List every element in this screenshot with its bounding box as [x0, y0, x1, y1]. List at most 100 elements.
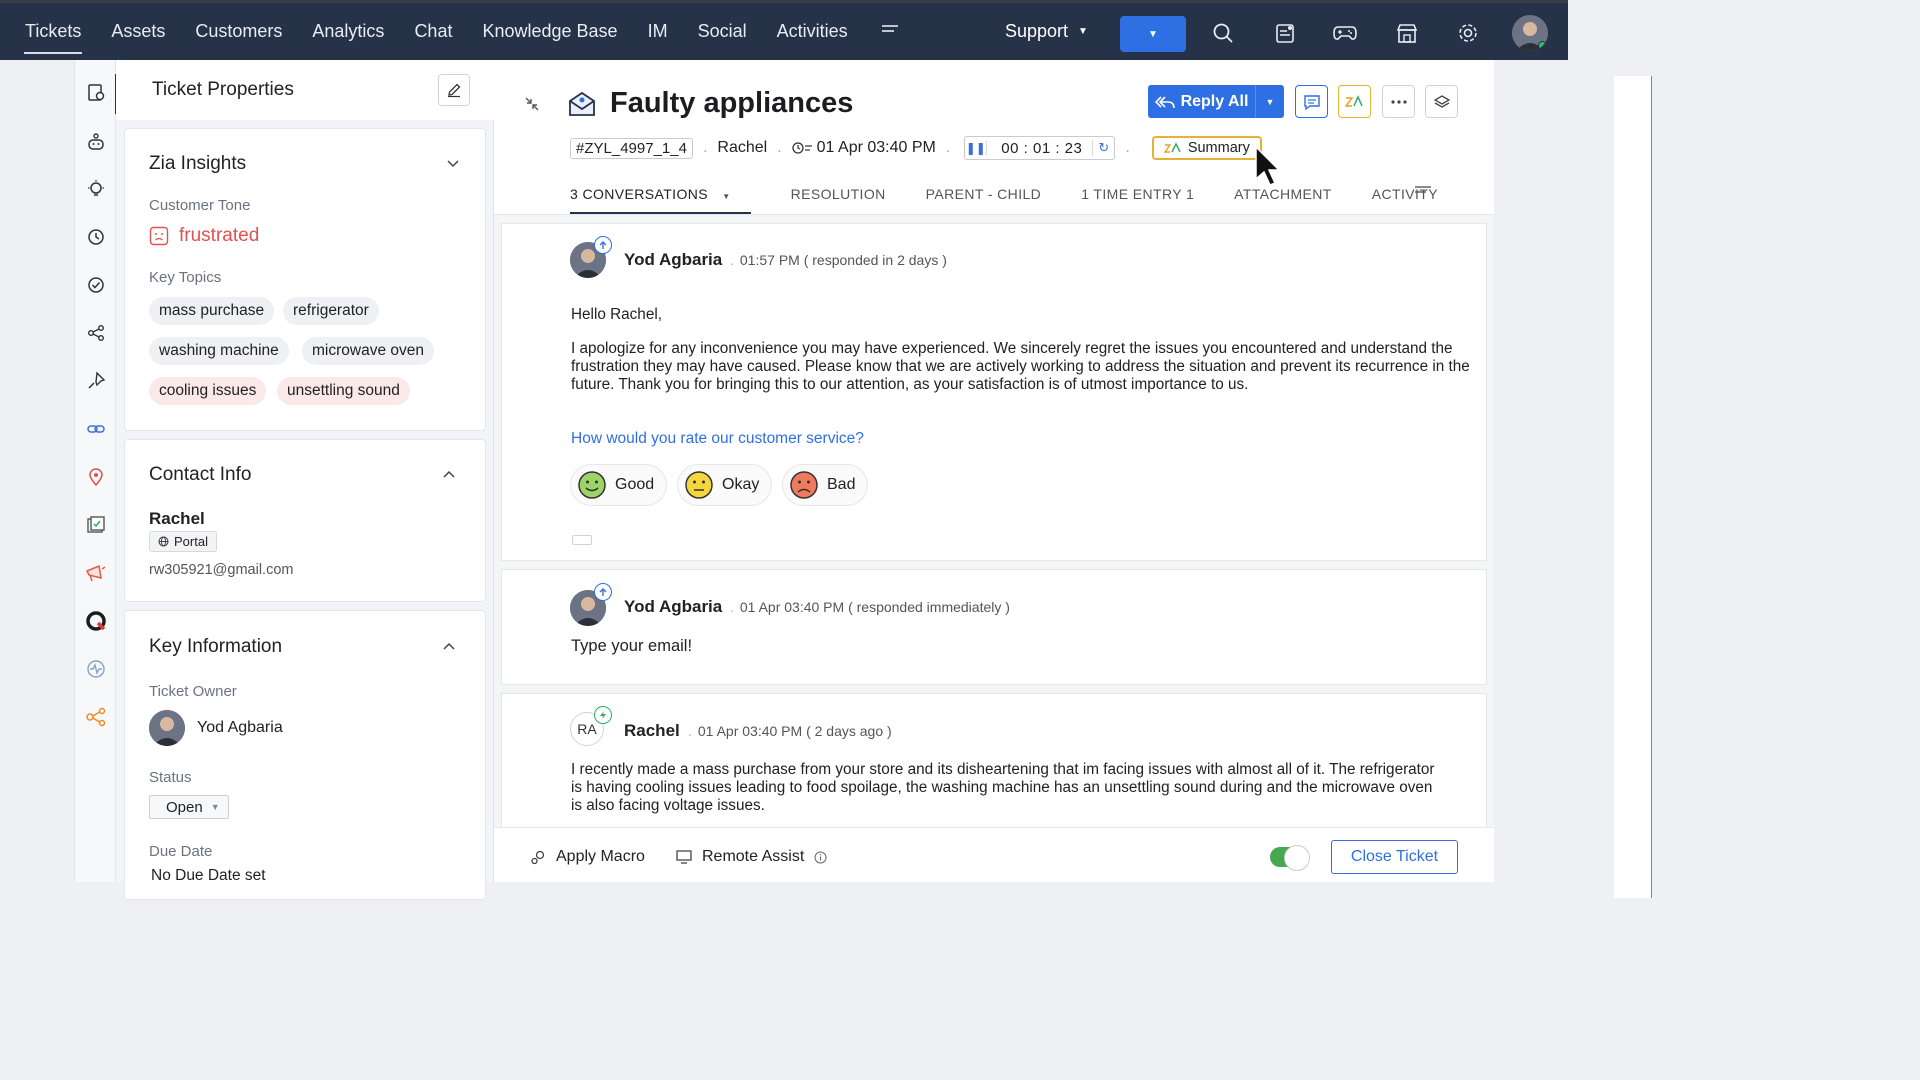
ticket-properties-panel: Ticket Properties Zia Insights Customer … [116, 60, 494, 900]
lightbulb-icon[interactable] [84, 177, 108, 201]
separator: . [945, 139, 951, 156]
topic-chip: microwave oven [302, 337, 434, 365]
location-icon[interactable] [84, 465, 108, 489]
megaphone-icon[interactable] [84, 561, 108, 585]
nav-tickets[interactable]: Tickets [10, 3, 96, 60]
zia-bot-icon[interactable] [84, 129, 108, 153]
conversation-item: Yod Agbaria . 01:57 PM ( responded in 2 d… [501, 223, 1487, 561]
survey-icon[interactable] [84, 513, 108, 537]
layers-icon [1433, 94, 1450, 108]
conversation-list: Yod Agbaria . 01:57 PM ( responded in 2 d… [494, 215, 1494, 827]
tab-parent-child[interactable]: PARENT - CHILD [926, 186, 1042, 214]
tab-conversations[interactable]: 3 CONVERSATIONS ▼ [570, 186, 751, 214]
zia-button[interactable] [1338, 85, 1371, 118]
info-icon[interactable] [814, 851, 827, 864]
conversation-greeting: Hello Rachel, [571, 306, 662, 323]
nav-activities[interactable]: Activities [762, 3, 863, 60]
neutral-face-icon [685, 471, 713, 499]
link-icon[interactable] [84, 417, 108, 441]
conversation-author: Rachel [624, 721, 680, 740]
layers-button[interactable] [1425, 85, 1458, 118]
chevron-down-icon[interactable]: ▼ [1120, 16, 1186, 52]
properties-header: Ticket Properties [116, 60, 494, 120]
plus-icon[interactable]: + [1614, 76, 1652, 898]
nav-social[interactable]: Social [683, 3, 762, 60]
toggle-switch[interactable] [1270, 845, 1310, 871]
rating-question[interactable]: How would you rate our customer service? [571, 430, 864, 448]
share-icon[interactable] [84, 321, 108, 345]
department-selector[interactable]: Support ▼ [1005, 3, 1088, 60]
close-ticket-button[interactable]: Close Ticket [1331, 840, 1458, 874]
new-button[interactable]: + ▼ [1120, 16, 1652, 898]
tab-attachment[interactable]: ATTACHMENT [1234, 186, 1332, 214]
separator: . [777, 139, 782, 156]
history-icon[interactable] [84, 225, 108, 249]
notes-icon[interactable] [1273, 21, 1297, 45]
comment-button[interactable] [1295, 85, 1328, 118]
user-avatar[interactable] [1512, 15, 1548, 51]
chevron-down-icon[interactable]: ▼ [1256, 85, 1284, 118]
chevron-down-icon[interactable] [445, 156, 461, 172]
tab-time-entry[interactable]: 1 TIME ENTRY 1 [1081, 186, 1194, 214]
gamepad-icon[interactable] [1333, 21, 1357, 45]
topic-chip: unsettling sound [277, 377, 410, 405]
apply-macro-label: Apply Macro [556, 848, 645, 865]
gear-icon[interactable] [1456, 21, 1480, 45]
conversation-time: . 01 Apr 03:40 PM ( responded immediately… [730, 599, 1010, 615]
workflow-icon[interactable] [84, 705, 108, 729]
chevron-up-icon[interactable] [441, 638, 457, 654]
tabs-more-icon[interactable] [1414, 184, 1432, 203]
nav-customers[interactable]: Customers [180, 3, 297, 60]
tab-resolution[interactable]: RESOLUTION [791, 186, 886, 214]
conversation-item: Yod Agbaria . 01 Apr 03:40 PM ( responded… [501, 569, 1487, 685]
nav-knowledge-base[interactable]: Knowledge Base [467, 3, 632, 60]
contact-email[interactable]: rw305921@gmail.com [149, 562, 293, 578]
zia-insights-title: Zia Insights [149, 153, 247, 174]
channel-badge: Portal [149, 531, 217, 552]
pulse-icon[interactable] [84, 657, 108, 681]
status-label: Status [149, 769, 192, 786]
contact-name[interactable]: Rachel [149, 509, 205, 529]
search-icon[interactable] [1211, 21, 1235, 45]
nav-chat[interactable]: Chat [399, 3, 467, 60]
remote-assist-label: Remote Assist [702, 848, 805, 865]
outgoing-badge-icon [594, 236, 612, 254]
nav-analytics[interactable]: Analytics [297, 3, 399, 60]
check-circle-icon[interactable] [84, 273, 108, 297]
marketplace-icon[interactable] [1395, 21, 1419, 45]
collapse-icon[interactable] [524, 96, 540, 112]
edit-properties-button[interactable] [438, 74, 470, 106]
rating-bad-button[interactable]: Bad [782, 464, 869, 506]
timer-value: 00 : 01 : 23 [1001, 139, 1083, 157]
comment-icon [1303, 94, 1320, 110]
more-actions-button[interactable] [1382, 85, 1415, 118]
ticket-id[interactable]: #ZYL_4997_1_4 [570, 137, 693, 159]
remote-assist-button[interactable]: Remote Assist [676, 848, 827, 866]
rating-okay-button[interactable]: Okay [677, 464, 773, 506]
ticket-contact[interactable]: Rachel [717, 139, 767, 157]
due-date-value[interactable]: No Due Date set [151, 867, 266, 885]
expand-quoted-icon[interactable] [572, 535, 592, 545]
summary-button[interactable]: Summary [1151, 136, 1262, 160]
apply-macro-button[interactable]: Apply Macro [530, 848, 645, 866]
nav-im[interactable]: IM [633, 3, 683, 60]
status-dropdown[interactable]: Open ▼ [149, 795, 229, 819]
ticket-properties-icon[interactable] [84, 80, 108, 104]
rating-good-button[interactable]: Good [570, 464, 668, 506]
nav-assets[interactable]: Assets [96, 3, 180, 60]
left-icon-rail [74, 60, 117, 882]
pause-icon[interactable]: ❚❚ [965, 141, 988, 155]
topic-chip: washing machine [149, 337, 289, 365]
reply-all-main[interactable]: Reply All [1148, 85, 1256, 118]
refresh-icon[interactable]: ↻ [1092, 140, 1114, 156]
q-app-icon[interactable] [84, 609, 108, 633]
ticket-owner[interactable]: Yod Agbaria [149, 710, 283, 746]
topic-chip: mass purchase [149, 297, 275, 325]
nav-more-icon[interactable] [863, 20, 917, 43]
conversation-body: I apologize for any inconvenience you ma… [571, 340, 1470, 393]
pin-icon[interactable] [84, 369, 108, 393]
chevron-up-icon[interactable] [441, 466, 457, 482]
summary-label: Summary [1187, 140, 1250, 156]
properties-title: Ticket Properties [152, 79, 294, 100]
reply-all-button[interactable]: Reply All ▼ [1148, 85, 1284, 118]
